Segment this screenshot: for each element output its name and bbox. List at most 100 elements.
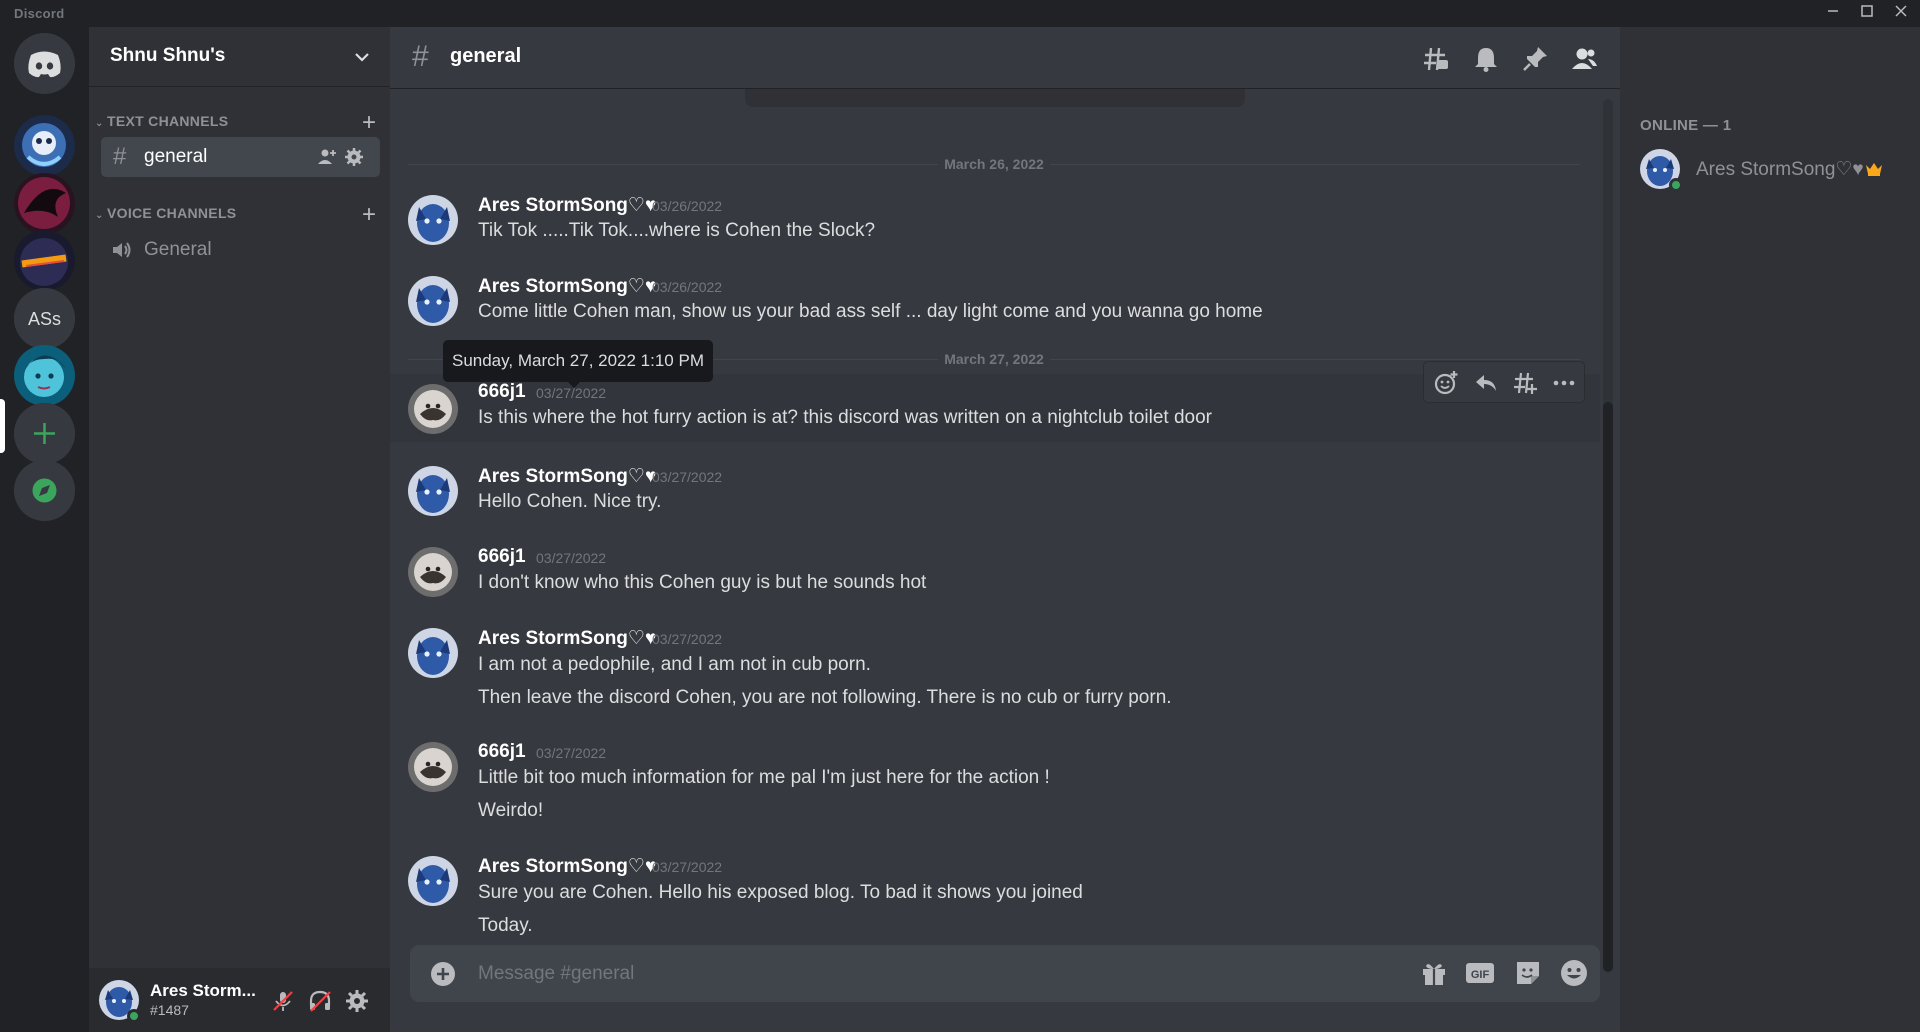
timestamp-tooltip: Sunday, March 27, 2022 1:10 PM xyxy=(443,340,713,388)
message-author[interactable]: Ares StormSong♡♥ xyxy=(478,627,656,650)
message-author[interactable]: 666j1 xyxy=(478,381,526,403)
server-icon-2[interactable] xyxy=(14,173,75,234)
category-text-channels[interactable]: ⌄ TEXT CHANNELS xyxy=(95,113,228,129)
message-author[interactable]: Ares StormSong♡♥ xyxy=(478,855,656,878)
user-panel: Ares Storm... #1487 xyxy=(89,968,390,1032)
message-timestamp: 03/27/2022 xyxy=(536,745,607,761)
more-options-icon[interactable] xyxy=(1551,370,1577,396)
jump-bar xyxy=(745,89,1245,107)
plus-icon xyxy=(14,403,75,464)
gift-icon[interactable] xyxy=(1419,958,1449,988)
chevron-down-icon xyxy=(355,53,369,62)
message-author[interactable]: Ares StormSong♡♥ xyxy=(478,465,656,488)
username: Ares Storm... xyxy=(150,981,256,1000)
member-item[interactable]: Ares StormSong♡♥ xyxy=(1640,145,1910,195)
hashtag-icon: # xyxy=(113,143,127,170)
invite-icon[interactable] xyxy=(317,147,337,167)
message-timestamp: 03/27/2022 xyxy=(652,859,723,875)
author-avatar[interactable] xyxy=(408,628,458,678)
deafen-headphones-icon[interactable] xyxy=(307,988,333,1014)
caret-down-icon: ⌄ xyxy=(95,118,104,129)
create-text-channel-button[interactable]: + xyxy=(362,111,376,135)
message: 666j1 03/27/2022 Little bit too much inf… xyxy=(390,728,1600,830)
category-voice-channels[interactable]: ⌄ VOICE CHANNELS xyxy=(95,205,236,221)
sticker-icon[interactable] xyxy=(1513,958,1543,988)
author-avatar[interactable] xyxy=(408,195,458,245)
home-button[interactable] xyxy=(14,33,75,94)
date-divider: March 26, 2022 xyxy=(408,156,1580,172)
server-icon-3[interactable] xyxy=(14,230,75,291)
compass-icon xyxy=(14,460,75,521)
close-icon xyxy=(1895,5,1907,17)
reply-icon[interactable] xyxy=(1473,370,1499,396)
message: Ares StormSong♡♥ 03/27/2022 I am not a p… xyxy=(390,614,1600,716)
user-tag: #1487 xyxy=(150,1002,189,1018)
server-header[interactable]: Shnu Shnu's xyxy=(89,27,390,87)
member-list-icon[interactable] xyxy=(1570,45,1598,73)
message: Ares StormSong♡♥ 03/27/2022 Hello Cohen.… xyxy=(390,452,1600,522)
scrollbar-thumb[interactable] xyxy=(1603,402,1613,972)
message-text: Weirdo! xyxy=(478,800,544,821)
server-initials: ASs xyxy=(28,309,61,329)
message-text: Then leave the discord Cohen, you are no… xyxy=(478,687,1172,708)
online-status-icon xyxy=(1669,178,1683,192)
message-author[interactable]: Ares StormSong♡♥ xyxy=(478,275,656,298)
message-timestamp: 03/27/2022 xyxy=(536,550,607,566)
server-owner-crown-icon xyxy=(1866,163,1882,176)
message-list: March 26, 2022 Ares StormSong♡♥ 03/26/20… xyxy=(390,89,1600,969)
message-actions-toolbar xyxy=(1423,361,1585,403)
message-author[interactable]: 666j1 xyxy=(478,546,526,568)
voice-channel-name: General xyxy=(144,239,212,260)
author-avatar[interactable] xyxy=(408,384,458,434)
message-timestamp: 03/26/2022 xyxy=(652,279,723,295)
maximize-button[interactable] xyxy=(1850,2,1884,26)
create-thread-icon[interactable] xyxy=(1513,370,1539,396)
message-timestamp: 03/26/2022 xyxy=(652,198,723,214)
author-avatar[interactable] xyxy=(408,742,458,792)
author-avatar[interactable] xyxy=(408,547,458,597)
pinned-messages-icon[interactable] xyxy=(1521,45,1549,73)
message-input[interactable] xyxy=(478,959,1378,989)
message-text: Little bit too much information for me p… xyxy=(478,767,1050,788)
minimize-button[interactable] xyxy=(1816,2,1850,26)
threads-icon[interactable] xyxy=(1422,45,1450,73)
server-icon-1[interactable] xyxy=(14,115,75,176)
message-text: Hello Cohen. Nice try. xyxy=(478,491,662,512)
caret-down-icon: ⌄ xyxy=(95,210,104,221)
message: Ares StormSong♡♥ 03/26/2022 Tik Tok ....… xyxy=(390,191,1600,261)
server-icon-4[interactable]: ASs xyxy=(14,288,75,349)
add-server-button[interactable] xyxy=(14,403,75,464)
server-name: Shnu Shnu's xyxy=(110,45,226,66)
message: Ares StormSong♡♥ 03/27/2022 Sure you are… xyxy=(390,842,1600,944)
gear-icon[interactable] xyxy=(344,147,364,167)
notification-bell-icon[interactable] xyxy=(1472,45,1500,73)
member-group-header: ONLINE — 1 xyxy=(1640,117,1732,134)
user-settings-gear-icon[interactable] xyxy=(344,988,370,1014)
message-text: Today. xyxy=(478,915,533,936)
server-list: ASs xyxy=(0,27,89,1032)
add-reaction-icon[interactable] xyxy=(1433,370,1459,396)
explore-servers-button[interactable] xyxy=(14,460,75,521)
maximize-icon xyxy=(1861,5,1873,17)
author-avatar[interactable] xyxy=(408,856,458,906)
app-brand: Discord xyxy=(14,6,65,21)
message-author[interactable]: 666j1 xyxy=(478,741,526,763)
create-voice-channel-button[interactable]: + xyxy=(362,203,376,227)
add-attachment-icon[interactable] xyxy=(430,961,456,987)
online-status-icon xyxy=(127,1009,141,1023)
author-avatar[interactable] xyxy=(408,276,458,326)
gif-icon[interactable]: GIF xyxy=(1465,958,1495,988)
message-author[interactable]: Ares StormSong♡♥ xyxy=(478,194,656,217)
message-text: Sure you are Cohen. Hello his exposed bl… xyxy=(478,882,1083,903)
server-icon-shnu-shnus[interactable] xyxy=(14,345,75,406)
close-button[interactable] xyxy=(1884,2,1918,26)
message-timestamp: 03/27/2022 xyxy=(652,469,723,485)
channel-name: general xyxy=(144,146,208,167)
channel-title: general xyxy=(450,45,522,67)
channel-general[interactable]: # general xyxy=(101,137,380,177)
voice-channel-general[interactable]: General xyxy=(101,230,380,270)
author-avatar[interactable] xyxy=(408,466,458,516)
discord-logo-icon xyxy=(14,33,75,94)
emoji-picker-icon[interactable] xyxy=(1559,958,1589,988)
mute-microphone-icon[interactable] xyxy=(270,988,296,1014)
